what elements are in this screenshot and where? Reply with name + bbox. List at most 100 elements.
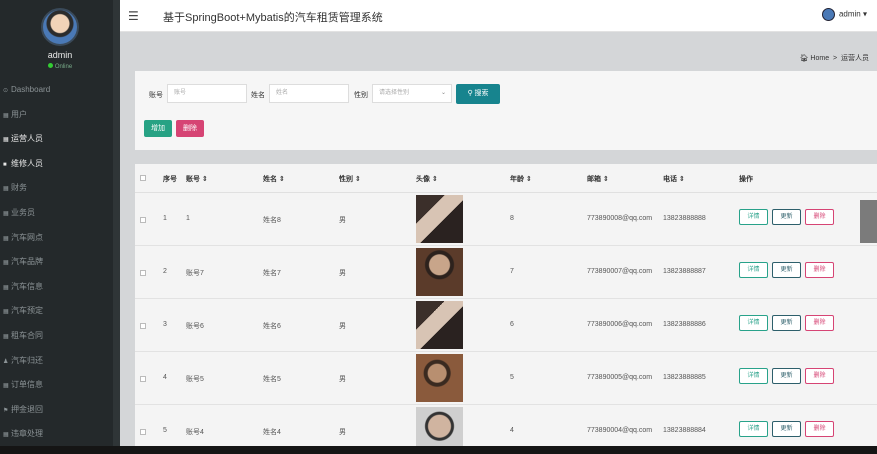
col-photo[interactable]: 头像 ⇕ — [416, 174, 438, 184]
cell-name: 姓名4 — [263, 429, 281, 436]
top-header: ☰ 基于SpringBoot+Mybatis的汽车租赁管理系统 admin ▾ — [120, 0, 877, 32]
sidebar-item-label: 业务员 — [11, 207, 35, 217]
menu-item-icon: ▦ — [3, 432, 9, 439]
breadcrumb: 🏠︎ Home > 运营人员 — [800, 53, 869, 63]
scrollbar-handle[interactable] — [860, 200, 877, 243]
sidebar-item[interactable]: ▦ 汽车品牌 — [0, 250, 120, 275]
sidebar-item[interactable]: ⊙ Dashboard — [0, 78, 120, 103]
sidebar-item[interactable]: ▦ 汽车信息 — [0, 275, 120, 300]
detail-button[interactable]: 详情 — [739, 368, 768, 384]
cell-gender: 男 — [339, 217, 346, 224]
search-icon: ⚲ — [467, 90, 473, 97]
cell-name: 姓名6 — [263, 323, 281, 330]
breadcrumb-home[interactable]: Home — [810, 55, 829, 62]
header-avatar — [821, 8, 835, 21]
delete-button[interactable]: 删除 — [805, 209, 834, 225]
sidebar-item-label: 用户 — [11, 109, 27, 119]
cell-age: 6 — [510, 321, 514, 328]
menu-item-icon: ▦ — [3, 260, 9, 267]
status-dot-icon — [47, 63, 53, 68]
cell-email: 773890005@qq.com — [587, 374, 653, 381]
table-row: 1 1 姓名8 男 8 773890008@qq.com 13823888888 详情 更新 删除 — [135, 193, 877, 246]
col-email[interactable]: 邮箱 ⇕ — [587, 174, 609, 184]
row-checkbox[interactable] — [140, 429, 146, 435]
name-label: 姓名 — [251, 92, 265, 99]
sidebar-item[interactable]: ♟ 汽车归还 — [0, 349, 120, 374]
delete-button[interactable]: 删除 — [805, 315, 834, 331]
sidebar-item-label: 财务 — [11, 183, 27, 193]
cell-account: 账号6 — [186, 323, 204, 330]
sidebar-item-label: 汽车信息 — [11, 281, 43, 291]
menu-item-icon: ■ — [3, 161, 7, 168]
avatar — [41, 8, 79, 46]
sidebar-item[interactable]: ▦ 用户 — [0, 103, 120, 128]
cell-gender: 男 — [339, 429, 346, 436]
cell-phone: 13823888888 — [663, 215, 706, 222]
sidebar-item[interactable]: ▦ 租车合同 — [0, 324, 120, 349]
hamburger-menu-icon[interactable]: ☰ — [128, 9, 139, 23]
select-all-checkbox[interactable] — [140, 175, 146, 181]
sidebar-item-label: 违章处理 — [11, 429, 43, 439]
sidebar-item[interactable]: ▦ 财务 — [0, 176, 120, 201]
detail-button[interactable]: 详情 — [739, 262, 768, 278]
sidebar-item[interactable]: ▦ 汽车预定 — [0, 299, 120, 324]
row-checkbox[interactable] — [140, 217, 146, 223]
row-checkbox[interactable] — [140, 376, 146, 382]
sidebar-item[interactable]: ▦ 业务员 — [0, 201, 120, 226]
search-button[interactable]: ⚲ 搜索 — [456, 84, 500, 104]
menu-item-icon: ▦ — [3, 284, 9, 291]
cell-email: 773890008@qq.com — [587, 215, 653, 222]
delete-button[interactable]: 删除 — [805, 262, 834, 278]
detail-button[interactable]: 详情 — [739, 315, 768, 331]
add-button[interactable]: 增加 — [144, 120, 172, 137]
update-button[interactable]: 更新 — [772, 368, 801, 384]
update-button[interactable]: 更新 — [772, 209, 801, 225]
header-user-menu[interactable]: admin ▾ — [821, 8, 867, 21]
cell-account: 账号4 — [186, 429, 204, 436]
bulk-delete-button[interactable]: 删除 — [176, 120, 204, 137]
cell-account: 1 — [186, 215, 190, 222]
update-button[interactable]: 更新 — [772, 421, 801, 437]
sidebar-item-label: 押金退回 — [11, 404, 43, 414]
col-account[interactable]: 账号 ⇕ — [186, 174, 208, 184]
cell-phone: 13823888886 — [663, 321, 706, 328]
cell-index: 1 — [163, 215, 167, 222]
row-checkbox[interactable] — [140, 270, 146, 276]
row-checkbox[interactable] — [140, 323, 146, 329]
sidebar-item[interactable]: ▦ 运营人员 — [0, 127, 120, 152]
profile-photo — [416, 301, 463, 349]
cell-age: 8 — [510, 215, 514, 222]
sidebar-item[interactable]: ▦ 汽车网点 — [0, 226, 120, 251]
gender-select[interactable]: 请选择性别 ⌄ — [372, 84, 452, 103]
cell-name: 姓名5 — [263, 376, 281, 383]
cell-gender: 男 — [339, 323, 346, 330]
account-input[interactable]: 账号 — [167, 84, 247, 103]
delete-button[interactable]: 删除 — [805, 368, 834, 384]
cell-name: 姓名7 — [263, 270, 281, 277]
update-button[interactable]: 更新 — [772, 262, 801, 278]
cell-account: 账号7 — [186, 270, 204, 277]
delete-button[interactable]: 删除 — [805, 421, 834, 437]
col-gender[interactable]: 性别 ⇕ — [339, 174, 361, 184]
col-phone[interactable]: 电话 ⇕ — [663, 174, 685, 184]
caret-down-icon: ▾ — [862, 9, 867, 19]
col-name[interactable]: 姓名 ⇕ — [263, 174, 285, 184]
sidebar-item-label: 租车合同 — [11, 330, 43, 340]
sidebar-username: admin — [47, 50, 73, 60]
menu-item-icon: ▦ — [3, 235, 9, 242]
menu-item-icon: ▦ — [3, 210, 9, 217]
cell-index: 2 — [163, 268, 167, 275]
account-label: 账号 — [149, 92, 163, 99]
detail-button[interactable]: 详情 — [739, 421, 768, 437]
cell-index: 5 — [163, 427, 167, 434]
name-input[interactable]: 姓名 — [269, 84, 349, 103]
update-button[interactable]: 更新 — [772, 315, 801, 331]
col-age[interactable]: 年龄 ⇕ — [510, 174, 532, 184]
detail-button[interactable]: 详情 — [739, 209, 768, 225]
sidebar-item[interactable]: ■ 维修人员 — [0, 152, 120, 177]
menu-item-icon: ▦ — [3, 137, 9, 144]
sidebar-item[interactable]: ▦ 订单信息 — [0, 373, 120, 398]
sidebar-item[interactable]: ⚑ 押金退回 — [0, 398, 120, 423]
sidebar-item[interactable]: ▦ 违章处理 — [0, 422, 120, 447]
sidebar-item-label: 订单信息 — [11, 380, 43, 390]
